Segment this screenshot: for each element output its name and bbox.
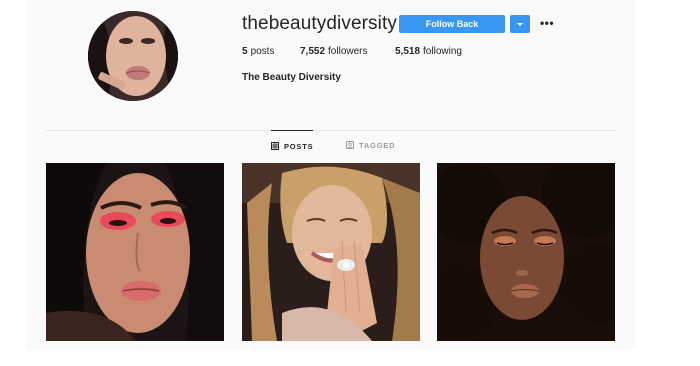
post-image bbox=[242, 163, 420, 341]
tab-posts-label: POSTS bbox=[284, 141, 314, 151]
tab-tagged[interactable]: TAGGED bbox=[346, 130, 395, 160]
profile-username: thebeautydiversity bbox=[242, 13, 397, 34]
profile-avatar[interactable] bbox=[88, 11, 178, 101]
post-thumbnail[interactable] bbox=[46, 163, 224, 341]
tag-icon bbox=[346, 141, 354, 149]
followers-stat[interactable]: 7,552 followers bbox=[300, 46, 395, 57]
following-count: 5,518 bbox=[395, 46, 421, 57]
ellipsis-icon: ••• bbox=[539, 16, 555, 30]
profile-page: thebeautydiversity Follow Back ••• 5 pos… bbox=[26, 0, 636, 350]
avatar-image bbox=[88, 11, 178, 101]
post-thumbnail[interactable] bbox=[437, 163, 615, 341]
profile-stats: 5 posts 7,552 followers 5,518 following bbox=[242, 46, 462, 57]
caret-down-icon bbox=[517, 22, 523, 26]
tab-posts[interactable]: POSTS bbox=[271, 130, 314, 160]
suggested-dropdown-button[interactable] bbox=[510, 15, 530, 33]
posts-count: 5 bbox=[242, 46, 248, 57]
following-stat[interactable]: 5,518 following bbox=[395, 46, 462, 57]
tab-tagged-label: TAGGED bbox=[359, 140, 396, 150]
post-thumbnail[interactable] bbox=[242, 163, 420, 341]
posts-stat: 5 posts bbox=[242, 46, 300, 57]
profile-full-name: The Beauty Diversity bbox=[242, 72, 341, 83]
posts-label: posts bbox=[250, 46, 275, 57]
following-label: following bbox=[423, 46, 462, 57]
post-image bbox=[46, 163, 224, 341]
profile-tabs: POSTS TAGGED bbox=[26, 130, 636, 160]
more-options-button[interactable]: ••• bbox=[540, 14, 554, 32]
post-image bbox=[437, 163, 615, 341]
grid-icon bbox=[271, 142, 279, 150]
followers-label: followers bbox=[328, 46, 368, 57]
follow-back-button[interactable]: Follow Back bbox=[399, 15, 505, 33]
followers-count: 7,552 bbox=[300, 46, 326, 57]
